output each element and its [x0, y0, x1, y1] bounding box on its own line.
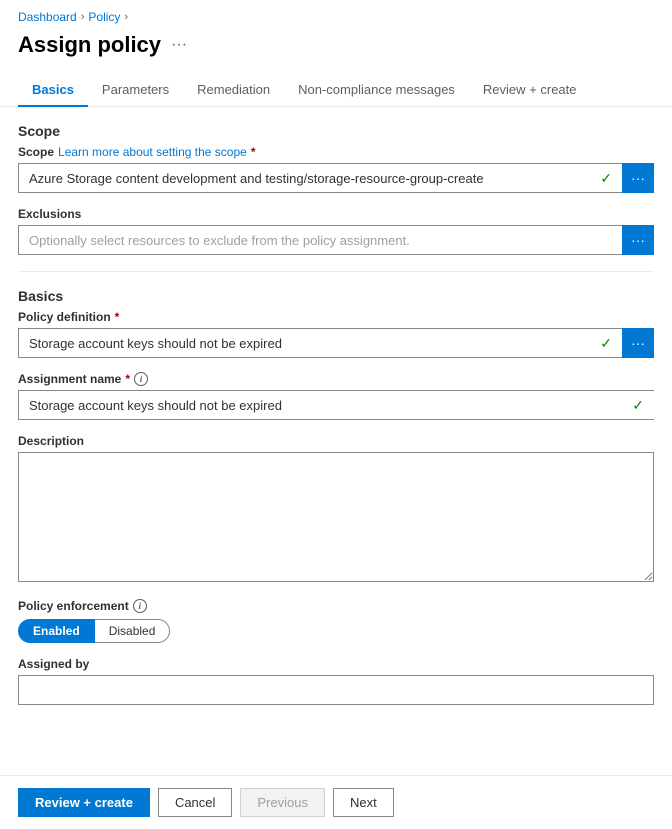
- policy-def-check-icon: ✓: [600, 335, 612, 352]
- policy-enforcement-toggle: Enabled Disabled: [18, 619, 654, 643]
- footer: Review + create Cancel Previous Next: [0, 775, 672, 829]
- policy-enforcement-field-group: Policy enforcement i Enabled Disabled: [18, 599, 654, 643]
- description-field-group: Description: [18, 434, 654, 585]
- exclusions-label: Exclusions: [18, 207, 654, 221]
- assignment-name-info-icon: i: [134, 372, 148, 386]
- exclusions-input[interactable]: Optionally select resources to exclude f…: [18, 225, 622, 255]
- assigned-by-input[interactable]: [18, 675, 654, 705]
- assignment-name-label: Assignment name * i: [18, 372, 654, 386]
- tab-bar: Basics Parameters Remediation Non-compli…: [0, 74, 672, 107]
- more-options-icon[interactable]: ···: [171, 36, 187, 54]
- scope-browse-button[interactable]: ···: [622, 163, 654, 193]
- tab-non-compliance-messages[interactable]: Non-compliance messages: [284, 74, 469, 107]
- policy-enforcement-disabled-button[interactable]: Disabled: [95, 619, 171, 643]
- policy-definition-browse-button[interactable]: ···: [622, 328, 654, 358]
- breadcrumb-dashboard[interactable]: Dashboard: [18, 10, 77, 24]
- scope-field-group: Scope Learn more about setting the scope…: [18, 145, 654, 193]
- tab-parameters[interactable]: Parameters: [88, 74, 183, 107]
- tab-basics[interactable]: Basics: [18, 74, 88, 107]
- scope-input-row: Azure Storage content development and te…: [18, 163, 654, 193]
- policy-def-required: *: [115, 310, 120, 324]
- assigned-by-field-group: Assigned by: [18, 657, 654, 705]
- policy-definition-input[interactable]: Storage account keys should not be expir…: [18, 328, 622, 358]
- main-content: Scope Scope Learn more about setting the…: [0, 107, 672, 760]
- breadcrumb-sep-1: ›: [81, 11, 85, 23]
- scope-input[interactable]: Azure Storage content development and te…: [18, 163, 622, 193]
- scope-required: *: [251, 145, 256, 159]
- exclusions-input-row: Optionally select resources to exclude f…: [18, 225, 654, 255]
- assignment-name-input[interactable]: Storage account keys should not be expir…: [18, 390, 654, 420]
- page-header: Assign policy ···: [0, 28, 672, 74]
- policy-definition-input-row: Storage account keys should not be expir…: [18, 328, 654, 358]
- description-textarea[interactable]: [18, 452, 654, 582]
- breadcrumb: Dashboard › Policy ›: [0, 0, 672, 28]
- assigned-by-label: Assigned by: [18, 657, 654, 671]
- policy-definition-label: Policy definition *: [18, 310, 654, 324]
- policy-enforcement-info-icon: i: [133, 599, 147, 613]
- scope-check-icon: ✓: [600, 170, 612, 187]
- page-title: Assign policy: [18, 32, 161, 58]
- scope-learn-more-link[interactable]: Learn more about setting the scope: [58, 145, 247, 159]
- exclusions-browse-button[interactable]: ···: [622, 225, 654, 255]
- previous-button: Previous: [240, 788, 325, 817]
- breadcrumb-sep-2: ›: [124, 11, 128, 23]
- policy-definition-field-group: Policy definition * Storage account keys…: [18, 310, 654, 358]
- tab-remediation[interactable]: Remediation: [183, 74, 284, 107]
- review-create-button[interactable]: Review + create: [18, 788, 150, 817]
- policy-enforcement-enabled-button[interactable]: Enabled: [18, 619, 95, 643]
- assignment-name-input-row: Storage account keys should not be expir…: [18, 390, 654, 420]
- description-label: Description: [18, 434, 654, 448]
- tab-review-create[interactable]: Review + create: [469, 74, 591, 107]
- breadcrumb-policy[interactable]: Policy: [88, 10, 120, 24]
- scope-section-title: Scope: [18, 123, 654, 139]
- assignment-name-field-group: Assignment name * i Storage account keys…: [18, 372, 654, 420]
- assignment-name-check-icon: ✓: [632, 397, 644, 414]
- assignment-name-required: *: [125, 372, 130, 386]
- scope-label: Scope Learn more about setting the scope…: [18, 145, 654, 159]
- divider-1: [18, 271, 654, 272]
- basics-section-title: Basics: [18, 288, 654, 304]
- cancel-button[interactable]: Cancel: [158, 788, 232, 817]
- policy-enforcement-label: Policy enforcement i: [18, 599, 654, 613]
- exclusions-field-group: Exclusions Optionally select resources t…: [18, 207, 654, 255]
- next-button[interactable]: Next: [333, 788, 394, 817]
